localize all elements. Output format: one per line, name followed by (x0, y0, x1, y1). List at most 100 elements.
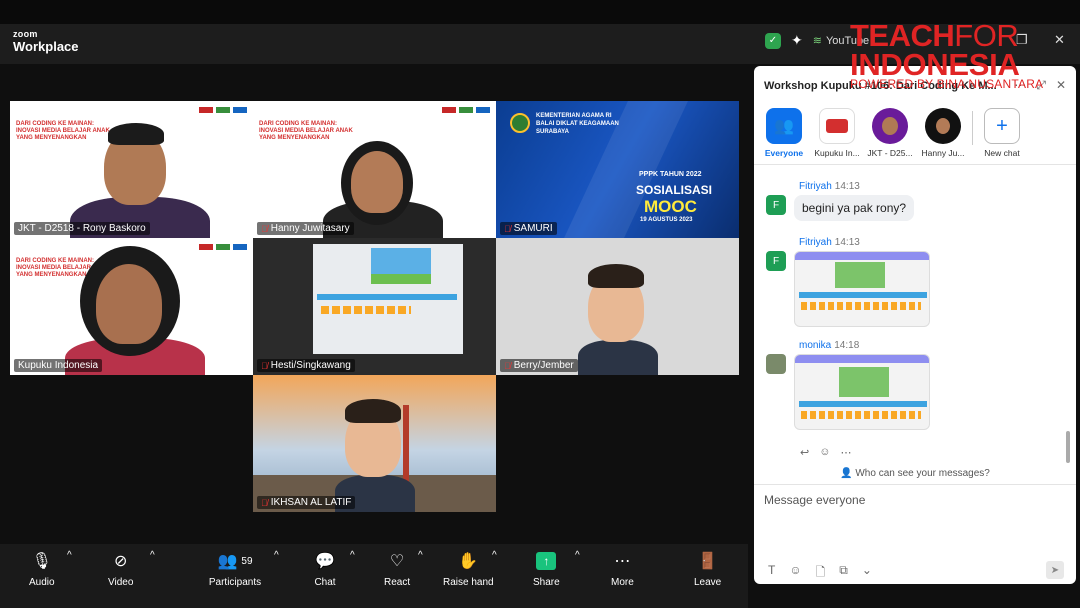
recipient-divider (972, 111, 973, 145)
sender-avatar-photo (766, 354, 786, 374)
share-options-chevron-icon[interactable]: ^ (575, 550, 580, 561)
tile-name-label: 🎙̸ Berry/Jember (500, 359, 578, 372)
sponsor-logos (199, 244, 247, 250)
image-attachment[interactable] (794, 354, 930, 430)
share-arrow-icon: ↑ (536, 552, 557, 570)
mic-muted-icon: 🎙̸ (504, 223, 511, 234)
live-signal-icon: ≋ (812, 35, 822, 47)
audio-options-chevron-icon[interactable]: ^ (67, 550, 72, 561)
person-icon: 👤 (840, 468, 853, 479)
more-button[interactable]: ⋯ More (611, 550, 634, 588)
chat-icon: 💬 (315, 553, 335, 570)
tile-name-label: 🎙̸ Hesti/Singkawang (257, 359, 355, 372)
video-tile-ikhsan[interactable]: 🎙̸ IKHSAN AL LATIF (253, 375, 496, 512)
avatar (872, 108, 908, 144)
reply-icon[interactable]: ↩ (800, 446, 809, 459)
react-options-chevron-icon[interactable]: ^ (418, 550, 423, 561)
heart-icon: ♡ (389, 553, 405, 570)
sender-name: monika (799, 340, 832, 351)
mic-muted-icon: 🎙̸ (261, 360, 268, 371)
sender-avatar: F (766, 195, 786, 215)
file-icon[interactable]: 🗋 (816, 563, 826, 584)
video-tile-kupuku[interactable]: DARI CODING KE MAINAN: INOVASI MEDIA BEL… (10, 238, 253, 375)
participants-button[interactable]: 👥 59 Participants (205, 550, 265, 588)
sponsor-logos (199, 107, 247, 113)
mic-muted-icon: 🎙̸ (261, 497, 268, 508)
video-options-chevron-icon[interactable]: ^ (150, 550, 155, 561)
share-button[interactable]: ↑ Share (533, 550, 560, 588)
avatar (819, 108, 855, 144)
group-icon: 👥 (766, 108, 802, 144)
emoji-react-icon[interactable]: ☺ (819, 446, 830, 459)
raise-hand-button[interactable]: ✋ Raise hand (443, 550, 494, 588)
chat-button[interactable]: 💬 Chat (314, 550, 336, 588)
mic-muted-icon: 🎙 (31, 553, 52, 570)
mic-muted-icon: 🎙̸ (504, 360, 511, 371)
video-tile-berry[interactable]: 🎙̸ Berry/Jember (496, 238, 739, 375)
video-tile-hesti[interactable]: 🎙̸ Hesti/Singkawang (253, 238, 496, 375)
tile-name-label: 🎙̸ Hanny Juwitasary (257, 222, 354, 235)
message-input-area[interactable]: Message everyone T ☺ 🗋 ⧉ ⌄ ➤ (754, 484, 1076, 584)
participant-face (351, 151, 403, 213)
close-window-icon[interactable]: ✕ (1054, 32, 1065, 48)
recipient-jkt[interactable]: JKT - D25... (866, 108, 914, 164)
video-tile-rony[interactable]: DARI CODING KE MAINAN: INOVASI MEDIA BEL… (10, 101, 253, 238)
audio-button[interactable]: 🎙 Audio (29, 550, 55, 588)
recipient-kupuku[interactable]: Kupuku In... (813, 108, 861, 164)
participants-options-chevron-icon[interactable]: ^ (274, 550, 279, 561)
screenshot-icon[interactable]: ⧉ (839, 563, 848, 584)
chat-scrollbar[interactable] (1066, 431, 1070, 463)
emoji-icon[interactable]: ☺ (789, 563, 801, 584)
react-button[interactable]: ♡ React (384, 550, 410, 588)
chat-options-chevron-icon[interactable]: ^ (350, 550, 355, 561)
message-time: 14:13 (834, 181, 860, 192)
recipient-everyone[interactable]: 👥 Everyone (760, 108, 808, 164)
message-time: 14:18 (834, 340, 860, 351)
hand-icon: ✋ (458, 553, 479, 570)
more-actions-icon[interactable]: ⋯ (840, 446, 851, 459)
send-icon[interactable]: ➤ (1046, 561, 1064, 579)
chat-divider (754, 164, 1076, 165)
tile-name-label: Kupuku Indonesia (14, 359, 103, 372)
image-attachment[interactable] (794, 251, 930, 327)
avatar-hair (345, 399, 401, 423)
shared-scratch-screen (313, 244, 463, 354)
recipient-list: 👥 Everyone Kupuku In... JKT - D25... Hann… (760, 108, 1070, 164)
message-bubble: begini ya pak rony? (794, 195, 915, 221)
participant-hair (108, 123, 164, 145)
zoom-logo-small: zoom (13, 29, 38, 39)
avatar-hair (588, 264, 644, 288)
participant-face (96, 264, 162, 344)
chevron-down-icon[interactable]: ⌄ (862, 563, 872, 584)
tile-name-label: 🎙̸ IKHSAN AL LATIF (257, 496, 356, 509)
video-button[interactable]: ⊘ Video (108, 550, 133, 588)
who-can-see-link[interactable]: 👤 Who can see your messages? (754, 468, 1076, 479)
raise-hand-options-chevron-icon[interactable]: ^ (492, 550, 497, 561)
recipient-hanny[interactable]: Hanny Ju... (919, 108, 967, 164)
chat-panel: Workshop Kupuku #106: Dari Coding Ke M..… (754, 66, 1076, 584)
new-chat-button[interactable]: + New chat (978, 108, 1026, 164)
bridge-tower (403, 405, 409, 485)
avatar (925, 108, 961, 144)
video-tile-samuri[interactable]: KEMENTERIAN AGAMA RI BALAI DIKLAT KEAGAM… (496, 101, 739, 238)
more-dots-icon: ⋯ (614, 553, 631, 570)
teach-for-indonesia-watermark: TEACHFOR INDONESIA POWERED BY BINA NUSAN… (850, 18, 1044, 91)
zoom-logo-big: Workplace (13, 39, 79, 54)
close-chat-icon[interactable]: ✕ (1056, 78, 1066, 93)
video-tile-hanny[interactable]: DARI CODING KE MAINAN: INOVASI MEDIA BEL… (253, 101, 496, 238)
sender-name: Fitriyah (799, 181, 832, 192)
kemenag-seal-icon (510, 113, 530, 133)
message-input[interactable]: Message everyone (764, 493, 865, 507)
sender-name: Fitriyah (799, 237, 832, 248)
avatar-body (578, 340, 658, 375)
message-actions: ↩ ☺ ⋯ (800, 446, 851, 459)
plus-icon: + (984, 108, 1020, 144)
leave-button[interactable]: 🚪 Leave (694, 550, 721, 588)
tile-name-label: JKT - D2518 - Rony Baskoro (14, 222, 150, 235)
participants-icon: 👥 (217, 553, 238, 570)
message-time: 14:13 (834, 237, 860, 248)
leave-door-icon: 🚪 (697, 553, 718, 570)
text-format-icon[interactable]: T (768, 563, 775, 584)
ai-companion-icon[interactable]: ✦ (791, 32, 803, 49)
security-shield-icon[interactable]: ✓ (765, 32, 781, 49)
